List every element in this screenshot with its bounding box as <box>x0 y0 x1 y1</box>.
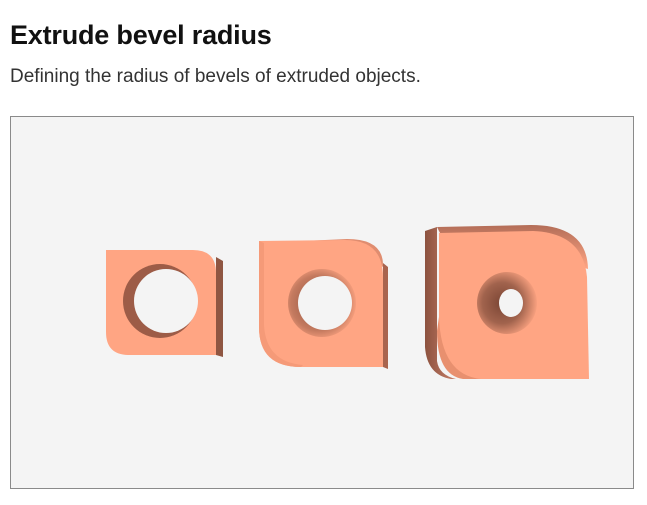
object1-side <box>216 257 223 357</box>
medium-bevel-object[interactable] <box>259 239 388 369</box>
page-subtitle: Defining the radius of bevels of extrude… <box>10 66 421 87</box>
object1-hole <box>134 269 198 333</box>
scene-canvas <box>106 225 589 379</box>
object2-side <box>383 263 388 369</box>
large-bevel-object[interactable] <box>425 225 589 379</box>
object2-hole <box>298 276 352 330</box>
3d-viewport[interactable] <box>10 116 634 489</box>
object3-hole <box>499 289 523 317</box>
small-bevel-object[interactable] <box>106 250 223 357</box>
page-title: Extrude bevel radius <box>10 20 272 50</box>
